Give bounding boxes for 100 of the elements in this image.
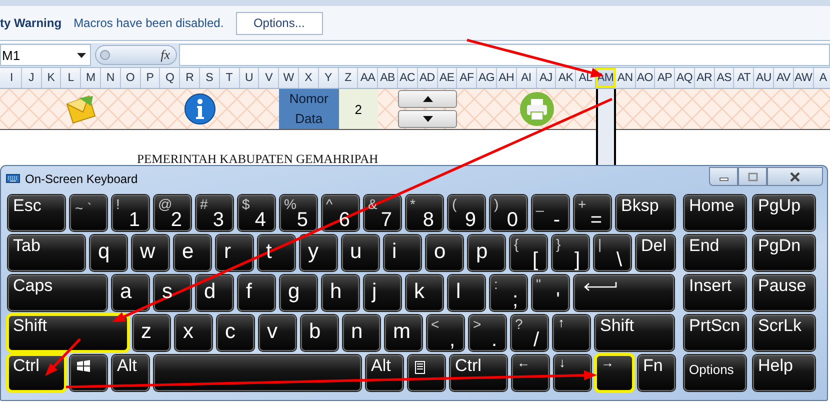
keyboard-key[interactable]: b [301,315,338,351]
close-button[interactable] [767,167,823,186]
keyboard-key[interactable]: n [343,315,380,351]
keyboard-key[interactable]: " ' [532,275,569,311]
keyboard-key[interactable]: ↓ [554,355,591,391]
maximize-icon[interactable] [746,172,758,182]
keyboard-key[interactable]: Caps [8,275,107,311]
keyboard-key[interactable]: Ctrl [450,355,507,391]
column-header[interactable]: X [298,68,319,88]
column-header[interactable]: AE [438,68,458,88]
keyboard-key[interactable]: Shift [595,315,674,351]
keyboard-key[interactable]: m [385,315,422,351]
keyboard-key[interactable]: Fn [638,355,675,391]
keyboard-key[interactable]: Alt [366,355,403,391]
keyboard-key[interactable]: + = [574,195,611,231]
column-header[interactable]: A [814,68,830,88]
keyboard-key[interactable]: i [384,235,421,271]
keyboard-key[interactable]: e [174,235,211,271]
column-header[interactable]: N [100,68,121,88]
keyboard-key[interactable]: l [448,275,485,311]
column-header[interactable]: AB [378,68,398,88]
column-header[interactable]: Y [318,68,339,88]
keyboard-key[interactable]: g [280,275,317,311]
column-header[interactable]: O [120,68,141,88]
keyboard-key[interactable]: ↑ [553,315,590,351]
column-header[interactable]: W [279,68,299,88]
column-header[interactable]: AP [655,68,676,88]
column-header[interactable]: AA [358,68,378,88]
keyboard-key[interactable]: Tab [8,235,85,271]
keyboard-key[interactable]: ) 0 [490,195,527,231]
keyboard-key[interactable]: < , [427,315,464,351]
envelope-icon[interactable] [65,94,98,124]
formula-input[interactable] [179,44,830,66]
column-header[interactable]: I [2,68,22,88]
minimize-button[interactable] [709,167,738,186]
column-header[interactable]: V [259,68,280,88]
spin-up-button[interactable] [398,90,458,108]
column-header[interactable]: S [200,68,220,88]
column-header[interactable]: T [220,68,240,88]
info-icon[interactable] [184,93,216,125]
column-header[interactable]: AC [398,68,418,88]
column-header[interactable]: AT [734,68,754,88]
keyboard-key[interactable]: p [468,235,505,271]
options-button[interactable]: Options... [236,12,323,34]
keyboard-key[interactable]: d [196,275,233,311]
keyboard-key[interactable]: ! 1 [112,195,149,231]
keyboard-key[interactable]: PgDn [753,235,815,271]
insert-function-button[interactable]: fx [160,47,170,63]
keyboard-key[interactable]: z [133,315,170,351]
column-header[interactable]: K [42,68,62,88]
column-header[interactable]: AW [794,68,814,88]
column-header[interactable]: M [81,68,101,88]
keyboard-key[interactable] [408,355,445,391]
keyboard-key[interactable]: { [ [510,235,547,271]
column-header[interactable]: AG [477,68,497,88]
keyboard-key[interactable]: | \ [594,235,631,271]
column-header[interactable]: AF [457,68,478,88]
keyboard-key[interactable]: x [175,315,212,351]
dropdown-caret-icon[interactable] [77,52,86,58]
name-box[interactable]: M1 [0,44,91,66]
keyboard-key[interactable]: u [342,235,379,271]
column-header[interactable]: L [61,68,82,88]
close-icon[interactable] [789,172,801,182]
column-header[interactable]: Z [338,68,358,88]
column-header[interactable]: AK [556,68,576,88]
column-header[interactable]: AO [636,68,656,88]
keyboard-key[interactable]: ( 9 [448,195,485,231]
keyboard-key[interactable]: Alt [112,355,149,391]
maximize-button[interactable] [738,167,767,186]
keyboard-key[interactable]: Options [684,355,746,391]
keyboard-key[interactable]: PrtScn [684,315,746,351]
keyboard-key[interactable]: % 5 [280,195,317,231]
keyboard-key[interactable]: ScrLk [753,315,815,351]
keyboard-key[interactable] [70,355,107,391]
keyboard-key[interactable]: c [217,315,254,351]
keyboard-key[interactable]: w [132,235,169,271]
keyboard-key[interactable]: f [238,275,275,311]
column-header[interactable]: R [180,68,200,88]
keyboard-key[interactable]: Del [636,235,675,271]
keyboard-key[interactable]: _ - [532,195,569,231]
column-header[interactable]: U [240,68,260,88]
column-header[interactable]: AH [496,68,517,88]
keyboard-key[interactable]: Shift [8,315,128,351]
column-header[interactable]: AQ [675,68,695,88]
keyboard-key[interactable]: Insert [684,275,746,311]
keyboard-key[interactable]: j [364,275,401,311]
column-header[interactable]: AJ [536,68,556,88]
column-header[interactable]: AD [418,68,438,88]
column-header[interactable]: AS [714,68,734,88]
keyboard-key[interactable]: Bksp [616,195,675,231]
keyboard-key[interactable]: End [684,235,746,271]
keyboard-key[interactable]: : ; [490,275,527,311]
column-header[interactable]: Q [160,68,180,88]
column-header[interactable]: P [140,68,160,88]
keyboard-key[interactable]: ? / [511,315,548,351]
column-header[interactable]: AI [516,68,537,88]
keyboard-key[interactable]: o [426,235,463,271]
column-header[interactable]: J [22,68,42,88]
column-header[interactable]: AR [694,68,715,88]
keyboard-key[interactable]: ~ ` [70,195,107,231]
